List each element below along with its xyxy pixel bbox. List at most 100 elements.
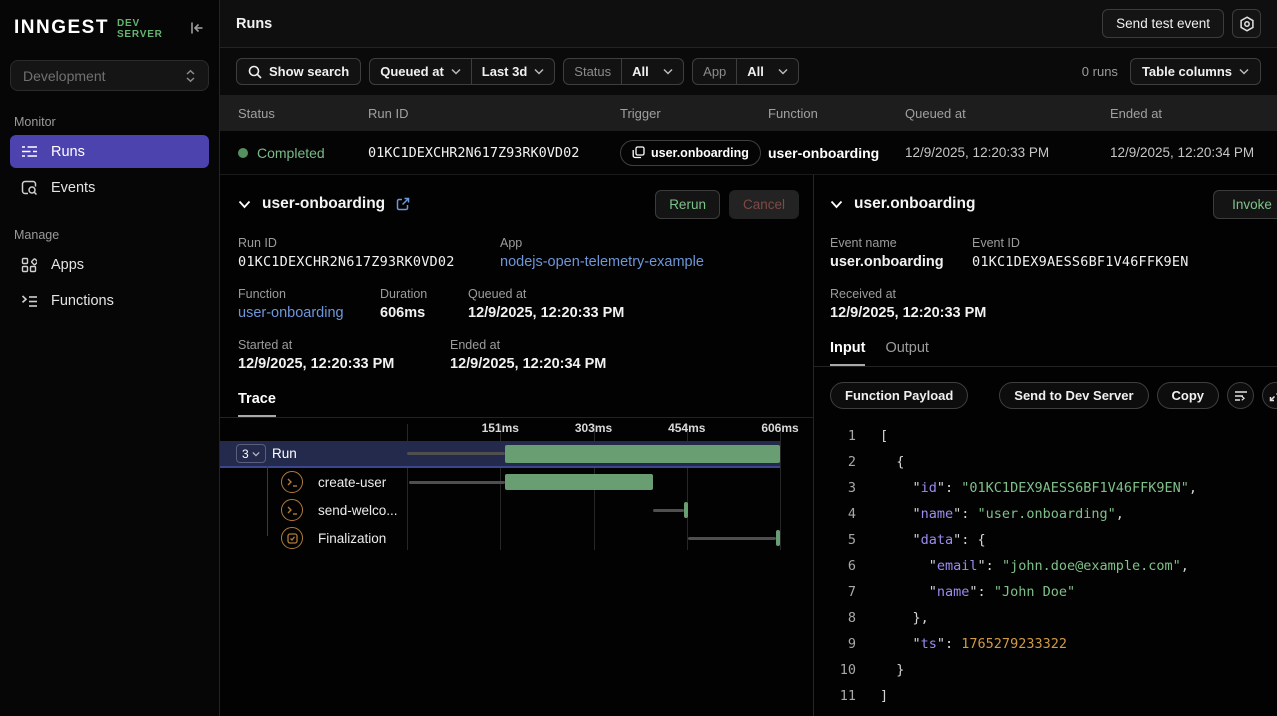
trace-span-bar[interactable] — [505, 474, 653, 490]
app-link[interactable]: nodejs-open-telemetry-example — [500, 254, 704, 270]
line-number: 3 — [830, 475, 856, 501]
expand-button[interactable] — [1262, 382, 1277, 409]
trace-span-bar[interactable] — [684, 502, 688, 518]
sidebar-item-label: Functions — [51, 293, 114, 309]
event-name-value: user.onboarding — [830, 254, 972, 270]
sidebar-section-manage: Manage — [14, 228, 219, 242]
trace-gridline — [780, 424, 781, 550]
app-filter-value[interactable]: All — [736, 59, 798, 84]
trace-plot — [407, 496, 780, 524]
tab-output[interactable]: Output — [885, 340, 929, 366]
settings-button[interactable] — [1232, 9, 1261, 38]
tab-input[interactable]: Input — [830, 340, 865, 366]
environment-label: Development — [23, 68, 106, 84]
sidebar-item-functions[interactable]: Functions — [10, 284, 209, 317]
external-link-icon[interactable] — [396, 197, 410, 211]
runs-icon — [21, 144, 38, 159]
run-title: user-onboarding — [262, 195, 385, 213]
rerun-button[interactable]: Rerun — [655, 190, 720, 219]
run-id-cell: 01KC1DEXCHR2N617Z93RK0VD02 — [368, 145, 620, 161]
line-number: 1 — [830, 423, 856, 449]
function-payload-button[interactable]: Function Payload — [830, 382, 968, 409]
cancel-button[interactable]: Cancel — [729, 190, 799, 219]
chevron-down-icon — [1239, 68, 1249, 75]
inngest-logo: INNGEST — [14, 17, 109, 39]
code-line: 3 "id": "01KC1DEX9AESS6BF1V46FFK9EN", — [830, 475, 1277, 501]
chevron-down-icon — [534, 68, 544, 75]
function-link[interactable]: user-onboarding — [238, 305, 380, 321]
table-columns-button[interactable]: Table columns — [1130, 58, 1261, 85]
step-icon — [281, 471, 303, 493]
ended-at-value: 12/9/2025, 12:20:34 PM — [450, 356, 606, 372]
trace-row-label: Run — [272, 446, 297, 461]
event-icon — [632, 146, 645, 159]
expand-icon — [1269, 389, 1277, 402]
code-line: 4 "name": "user.onboarding", — [830, 501, 1277, 527]
trace-row-finalization[interactable]: Finalization — [220, 524, 780, 552]
main-content: Runs Send test event Show search — [220, 0, 1277, 716]
trace-rows: 3 Runcreate-usersend-welco...Finalizatio… — [220, 441, 780, 552]
send-test-event-button[interactable]: Send test event — [1102, 9, 1224, 38]
code-line: 7 "name": "John Doe" — [830, 579, 1277, 605]
app-filter-label: App — [693, 59, 736, 84]
tab-trace[interactable]: Trace — [238, 391, 276, 417]
trace-expand-badge[interactable]: 3 — [236, 444, 266, 463]
trace-span-bar[interactable] — [776, 530, 780, 546]
wrap-text-button[interactable] — [1227, 382, 1254, 409]
trace-plot — [407, 468, 780, 496]
step-icon — [281, 499, 303, 521]
line-number: 6 — [830, 553, 856, 579]
environment-select[interactable]: Development — [10, 60, 209, 91]
time-range-filter[interactable]: Last 3d — [471, 59, 555, 84]
trace-row-send-welco-[interactable]: send-welco... — [220, 496, 780, 524]
chevron-down-icon — [451, 68, 461, 75]
trigger-badge[interactable]: user.onboarding — [620, 140, 761, 166]
code-line: 6 "email": "john.doe@example.com", — [830, 553, 1277, 579]
status-filter-value[interactable]: All — [621, 59, 683, 84]
sidebar-item-label: Runs — [51, 144, 85, 160]
copy-button[interactable]: Copy — [1157, 382, 1220, 409]
trace-row-create-user[interactable]: create-user — [220, 468, 780, 496]
apps-icon — [21, 257, 38, 273]
trace-plot — [407, 524, 780, 552]
function-cell: user-onboarding — [768, 145, 905, 161]
send-to-dev-server-button[interactable]: Send to Dev Server — [999, 382, 1148, 409]
trace-row-label: send-welco... — [318, 503, 398, 518]
trace-wait-line — [688, 537, 776, 540]
trace-tick-label: 151ms — [482, 421, 519, 435]
trace-span-bar[interactable] — [505, 445, 780, 463]
sidebar-item-runs[interactable]: Runs — [10, 135, 209, 168]
code-block[interactable]: 1[2 {3 "id": "01KC1DEX9AESS6BF1V46FFK9EN… — [830, 423, 1277, 709]
column-status: Status — [238, 106, 368, 121]
chevron-down-icon — [778, 68, 788, 75]
queued-at-filter[interactable]: Queued at — [370, 59, 471, 84]
trace-tree-guide — [267, 466, 268, 536]
run-id-value: 01KC1DEXCHR2N617Z93RK0VD02 — [238, 254, 500, 270]
collapse-event-icon[interactable] — [830, 200, 843, 209]
trace-wait-line — [653, 509, 684, 512]
started-at-label: Started at — [238, 338, 450, 352]
run-details-panel: user-onboarding Rerun Cancel Run ID 01KC… — [220, 175, 813, 716]
line-number: 9 — [830, 631, 856, 657]
dev-server-badge: DEV SERVER — [117, 18, 181, 40]
payload-toolbar: Function Payload Send to Dev Server Copy — [830, 382, 1277, 409]
received-at-value: 12/9/2025, 12:20:33 PM — [830, 305, 986, 321]
table-row[interactable]: Completed 01KC1DEXCHR2N617Z93RK0VD02 use… — [220, 131, 1277, 175]
event-id-value: 01KC1DEX9AESS6BF1V46FFK9EN — [972, 254, 1189, 270]
time-filter-group: Queued at Last 3d — [369, 58, 555, 85]
invoke-button[interactable]: Invoke — [1213, 190, 1277, 219]
sidebar-item-apps[interactable]: Apps — [10, 248, 209, 281]
status-dot — [238, 148, 248, 158]
line-number: 8 — [830, 605, 856, 631]
function-label: Function — [238, 287, 380, 301]
trace-wait-line — [407, 452, 505, 455]
collapse-sidebar-icon[interactable] — [189, 20, 205, 36]
trace-row-run[interactable]: 3 Run — [220, 441, 780, 466]
column-run-id: Run ID — [368, 106, 620, 121]
collapse-run-icon[interactable] — [238, 200, 251, 209]
sidebar-item-events[interactable]: Events — [10, 171, 209, 204]
line-number: 2 — [830, 449, 856, 475]
show-search-button[interactable]: Show search — [236, 58, 361, 85]
code-line: 9 "ts": 1765279233322 — [830, 631, 1277, 657]
line-number: 4 — [830, 501, 856, 527]
